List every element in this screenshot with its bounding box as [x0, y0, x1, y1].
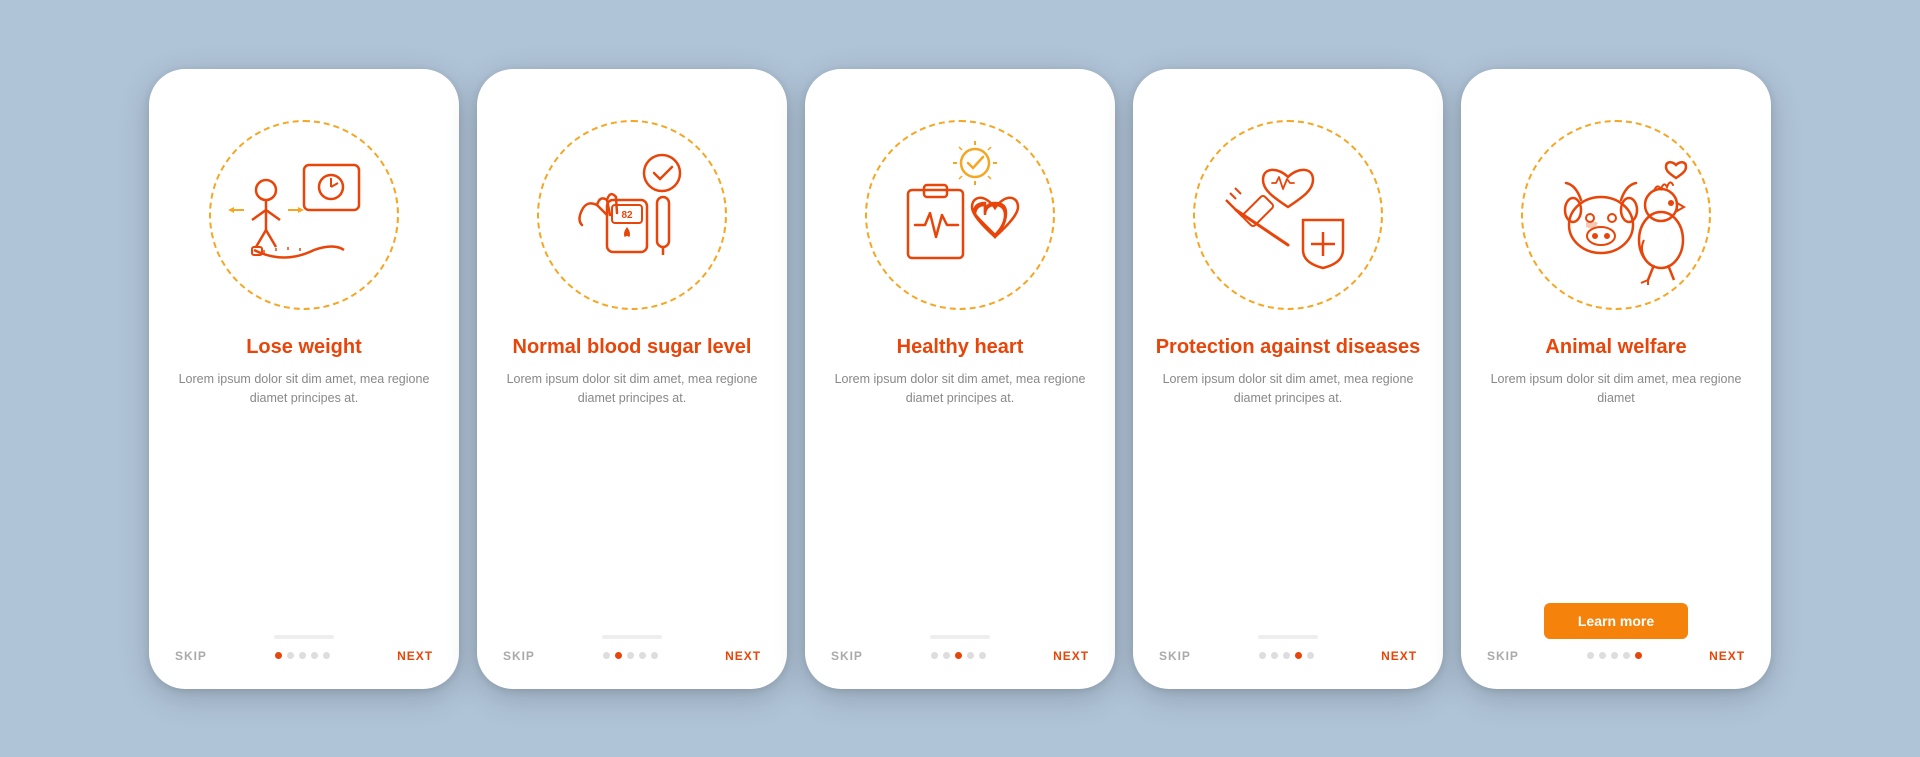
dots-5 [1587, 652, 1642, 659]
dot-active [1635, 652, 1642, 659]
divider [1258, 635, 1318, 639]
phone-card-lose-weight: Lose weight Lorem ipsum dolor sit dim am… [149, 69, 459, 689]
divider [274, 635, 334, 639]
dot-active [615, 652, 622, 659]
dot [323, 652, 330, 659]
phones-container: Lose weight Lorem ipsum dolor sit dim am… [119, 39, 1801, 719]
phone-card-healthy-heart: Healthy heart Lorem ipsum dolor sit dim … [805, 69, 1115, 689]
dot [287, 652, 294, 659]
phone-card-protection: Protection against diseases Lorem ipsum … [1133, 69, 1443, 689]
dots-4 [1259, 652, 1314, 659]
dot [311, 652, 318, 659]
learn-more-button[interactable]: Learn more [1544, 603, 1688, 639]
icon-area-animal-welfare [1506, 105, 1726, 325]
card-title-lose-weight: Lose weight [246, 335, 362, 360]
dot [1587, 652, 1594, 659]
dot [1623, 652, 1630, 659]
dot [1599, 652, 1606, 659]
dot [1271, 652, 1278, 659]
dashed-circle [865, 120, 1055, 310]
dot [1611, 652, 1618, 659]
divider [602, 635, 662, 639]
dashed-circle [209, 120, 399, 310]
skip-button-5[interactable]: SKIP [1487, 649, 1519, 663]
card-title-blood-sugar: Normal blood sugar level [513, 335, 752, 360]
icon-area-healthy-heart [850, 105, 1070, 325]
skip-button-1[interactable]: SKIP [175, 649, 207, 663]
dots-2 [603, 652, 658, 659]
skip-button-2[interactable]: SKIP [503, 649, 535, 663]
card-desc-healthy-heart: Lorem ipsum dolor sit dim amet, mea regi… [827, 370, 1093, 621]
skip-button-3[interactable]: SKIP [831, 649, 863, 663]
dots-1 [275, 652, 330, 659]
dot [1283, 652, 1290, 659]
dots-3 [931, 652, 986, 659]
dashed-circle [537, 120, 727, 310]
dot [627, 652, 634, 659]
card-desc-protection: Lorem ipsum dolor sit dim amet, mea regi… [1155, 370, 1421, 621]
nav-row-3: SKIP NEXT [827, 649, 1093, 667]
card-desc-blood-sugar: Lorem ipsum dolor sit dim amet, mea regi… [499, 370, 765, 621]
card-title-protection: Protection against diseases [1156, 335, 1421, 360]
dot [979, 652, 986, 659]
dot-active [1295, 652, 1302, 659]
dot [967, 652, 974, 659]
dashed-circle [1521, 120, 1711, 310]
next-button-2[interactable]: NEXT [725, 649, 761, 663]
phone-card-blood-sugar: 82 Normal blood sugar level Lorem ipsum … [477, 69, 787, 689]
icon-area-lose-weight [194, 105, 414, 325]
dot [1259, 652, 1266, 659]
dot-active [955, 652, 962, 659]
dot [603, 652, 610, 659]
dot-active [275, 652, 282, 659]
card-desc-lose-weight: Lorem ipsum dolor sit dim amet, mea regi… [171, 370, 437, 621]
icon-area-protection [1178, 105, 1398, 325]
nav-row-1: SKIP NEXT [171, 649, 437, 667]
card-title-healthy-heart: Healthy heart [897, 335, 1024, 360]
nav-row-5: SKIP NEXT [1483, 649, 1749, 667]
dot [639, 652, 646, 659]
dot [943, 652, 950, 659]
next-button-3[interactable]: NEXT [1053, 649, 1089, 663]
phone-card-animal-welfare: Animal welfare Lorem ipsum dolor sit dim… [1461, 69, 1771, 689]
next-button-4[interactable]: NEXT [1381, 649, 1417, 663]
dot [1307, 652, 1314, 659]
dot [651, 652, 658, 659]
dot [299, 652, 306, 659]
dashed-circle [1193, 120, 1383, 310]
divider [930, 635, 990, 639]
next-button-1[interactable]: NEXT [397, 649, 433, 663]
card-title-animal-welfare: Animal welfare [1545, 335, 1686, 360]
skip-button-4[interactable]: SKIP [1159, 649, 1191, 663]
dot [931, 652, 938, 659]
card-desc-animal-welfare: Lorem ipsum dolor sit dim amet, mea regi… [1483, 370, 1749, 589]
nav-row-4: SKIP NEXT [1155, 649, 1421, 667]
icon-area-blood-sugar: 82 [522, 105, 742, 325]
next-button-5[interactable]: NEXT [1709, 649, 1745, 663]
nav-row-2: SKIP NEXT [499, 649, 765, 667]
